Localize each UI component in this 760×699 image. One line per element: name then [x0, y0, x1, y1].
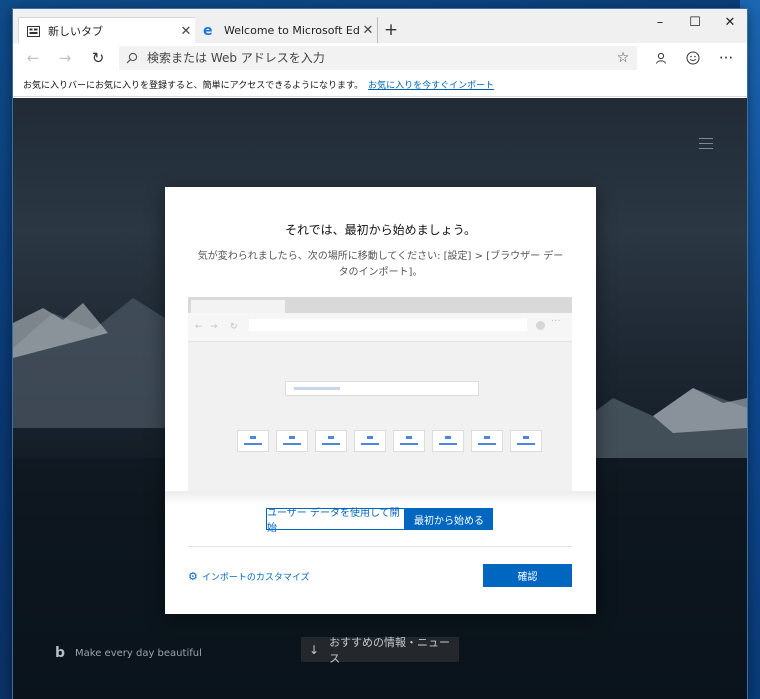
svg-text:e: e [203, 23, 213, 37]
bing-logo-icon: b [55, 645, 66, 661]
tab-title: Welcome to Microsoft Edge Dev [224, 23, 359, 37]
favorite-star-icon[interactable]: ☆ [609, 50, 637, 66]
customize-import-link[interactable]: ⚙ インポートのカスタマイズ [188, 570, 310, 583]
more-dots-icon: ··· [718, 49, 734, 67]
favorites-bar: お気に入りバーにお気に入りを登録すると、簡単にアクセスできるようになります。 お… [13, 73, 747, 97]
address-input[interactable] [145, 50, 609, 66]
start-with-user-data-option[interactable]: ユーザー データを使用して開始 [266, 508, 405, 534]
refresh-icon: ↻ [91, 49, 105, 67]
divider [188, 546, 572, 547]
new-tab-button[interactable]: + [381, 21, 401, 39]
start-fresh-option[interactable]: 最初から始める [405, 508, 493, 530]
minimize-button[interactable]: – [642, 9, 678, 37]
import-dialog: それでは、最初から始めましょう。 気が変わられましたら、次の場所に移動してくださ… [165, 187, 596, 614]
new-tab-page: b Make every day beautiful ↓ おすすめの情報・ニュー… [13, 98, 747, 699]
bing-branding: b Make every day beautiful [55, 645, 202, 661]
back-button[interactable]: ← [19, 46, 47, 70]
close-icon[interactable]: ✕ [359, 23, 377, 38]
close-icon[interactable]: ✕ [177, 24, 195, 39]
browser-preview-illustration: ← → ↻ ··· [188, 297, 572, 491]
browser-window: 新しいタブ ✕ e Welcome to Microsoft Edge Dev … [13, 9, 747, 699]
favorites-bar-message: お気に入りバーにお気に入りを登録すると、簡単にアクセスできるようになります。 [23, 81, 364, 91]
edge-logo-icon: e [202, 23, 216, 37]
bing-tagline: Make every day beautiful [75, 647, 202, 659]
search-icon [119, 52, 145, 64]
import-favorites-link[interactable]: お気に入りを今すぐインポート [368, 78, 494, 91]
person-icon [656, 52, 666, 64]
smiley-icon [686, 51, 700, 65]
customize-import-label: インポートのカスタマイズ [201, 573, 310, 583]
confirm-button[interactable]: 確認 [483, 564, 572, 587]
feedback-button[interactable] [679, 46, 707, 70]
navigation-toolbar: ← → ↻ ☆ ··· [13, 43, 747, 73]
dialog-description: 気が変わられましたら、次の場所に移動してください: [設定] > [ブラウザー … [197, 251, 564, 278]
forward-arrow-icon: → [58, 49, 72, 67]
back-arrow-icon: ← [26, 49, 40, 67]
gear-icon: ⚙ [188, 570, 198, 583]
page-settings-menu-icon[interactable] [699, 138, 713, 153]
close-window-button[interactable]: ✕ [712, 9, 747, 37]
start-option-toggle: ユーザー データを使用して開始 最初から始める [266, 508, 493, 534]
more-menu-button[interactable]: ··· [712, 46, 740, 70]
profile-button[interactable] [647, 46, 675, 70]
tab-strip: 新しいタブ ✕ e Welcome to Microsoft Edge Dev … [13, 9, 747, 44]
forward-button[interactable]: → [51, 46, 79, 70]
new-tab-page-icon [26, 24, 40, 38]
refresh-button[interactable]: ↻ [84, 46, 112, 70]
tab-title: 新しいタブ [48, 25, 103, 38]
tab-new-tab[interactable]: 新しいタブ ✕ [18, 17, 196, 44]
dialog-title: それでは、最初から始めましょう。 [285, 223, 476, 237]
address-bar[interactable]: ☆ [119, 46, 637, 70]
maximize-button[interactable]: ☐ [677, 9, 713, 37]
tab-welcome[interactable]: e Welcome to Microsoft Edge Dev ✕ [195, 17, 378, 43]
news-feed-button[interactable]: ↓ おすすめの情報・ニュース [301, 636, 459, 665]
news-feed-label: おすすめの情報・ニュース [329, 635, 451, 665]
down-arrow-icon: ↓ [309, 642, 320, 657]
